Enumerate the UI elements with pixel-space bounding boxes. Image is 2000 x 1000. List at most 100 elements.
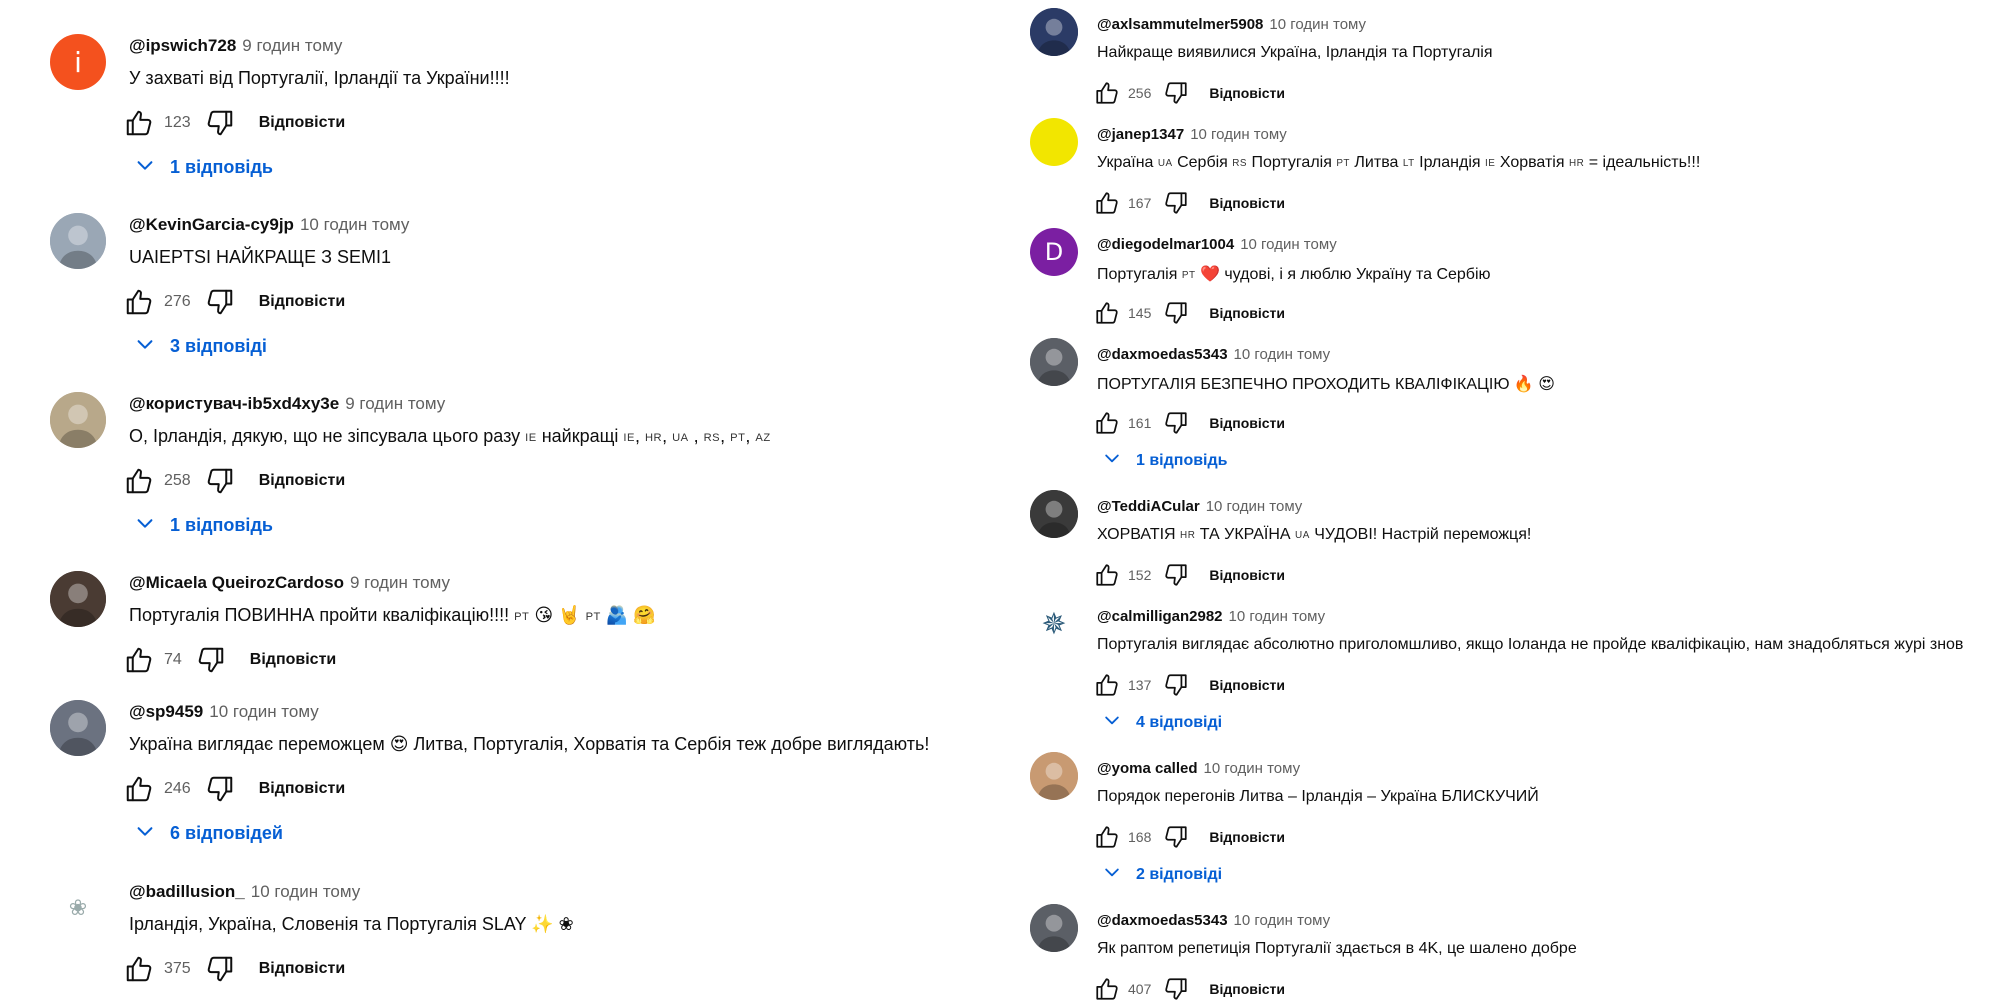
view-replies-button[interactable]: 1 відповідь (134, 512, 273, 539)
comment-timestamp[interactable]: 9 годин тому (350, 573, 450, 592)
reply-button[interactable]: Відповісти (1209, 829, 1285, 845)
dislike-icon[interactable] (1163, 410, 1189, 436)
avatar[interactable] (50, 571, 106, 627)
dislike-icon[interactable] (1163, 976, 1189, 1000)
comment-timestamp[interactable]: 10 годин тому (1234, 912, 1331, 929)
comment-timestamp[interactable]: 10 годин тому (1240, 236, 1337, 253)
view-replies-button[interactable]: 4 відповіді (1102, 710, 1222, 735)
reply-button[interactable]: Відповісти (259, 960, 345, 978)
comment-author[interactable]: @axlsammutelmer5908 (1097, 16, 1263, 33)
comment-text: О, Ірландія, дякую, що не зіпсувала цьог… (129, 426, 771, 446)
dislike-icon[interactable] (1163, 190, 1189, 216)
comment-author[interactable]: @KevinGarcia-cy9jp (129, 215, 294, 234)
dislike-icon[interactable] (205, 287, 235, 317)
comment-timestamp[interactable]: 10 годин тому (1206, 498, 1303, 515)
avatar[interactable] (1030, 490, 1078, 538)
avatar[interactable] (1030, 338, 1078, 386)
dislike-icon[interactable] (1163, 80, 1189, 106)
view-replies-button[interactable]: 1 відповідь (134, 154, 273, 181)
avatar[interactable]: D (1030, 228, 1078, 276)
view-replies-button[interactable]: 6 відповідей (134, 820, 283, 847)
comment-timestamp[interactable]: 10 годин тому (1190, 126, 1287, 143)
comment-author[interactable]: @calmilligan2982 (1097, 608, 1223, 625)
avatar[interactable] (1030, 118, 1078, 166)
dislike-icon[interactable] (205, 466, 235, 496)
dislike-icon[interactable] (1163, 562, 1189, 588)
reply-button[interactable]: Відповісти (1209, 305, 1285, 321)
reply-button[interactable]: Відповісти (259, 114, 345, 132)
view-replies-button[interactable]: 3 відповіді (134, 333, 267, 360)
reply-button[interactable]: Відповісти (259, 472, 345, 490)
like-count: 276 (164, 293, 191, 310)
person-silhouette-icon (50, 213, 106, 269)
reply-button[interactable]: Відповісти (1209, 85, 1285, 101)
comment-timestamp[interactable]: 10 годин тому (1204, 760, 1301, 777)
comment-author[interactable]: @daxmoedas5343 (1097, 346, 1228, 363)
like-icon[interactable] (1094, 410, 1120, 436)
comment-author[interactable]: @janep1347 (1097, 126, 1184, 143)
avatar[interactable] (50, 213, 106, 269)
comment-timestamp[interactable]: 9 годин тому (242, 36, 342, 55)
reply-button[interactable]: Відповісти (259, 780, 345, 798)
dislike-icon[interactable] (1163, 672, 1189, 698)
like-icon[interactable] (1094, 80, 1120, 106)
comment-header: @Micaela QueirozCardoso 9 годин тому (129, 573, 450, 593)
replies-count-label: 3 відповіді (170, 336, 267, 356)
comment-author[interactable]: @yoma called (1097, 760, 1198, 777)
like-icon[interactable] (1094, 976, 1120, 1000)
reply-button[interactable]: Відповісти (259, 293, 345, 311)
dislike-icon[interactable] (196, 645, 226, 675)
comment-author[interactable]: @daxmoedas5343 (1097, 912, 1228, 929)
view-replies-button[interactable]: 1 відповідь (1102, 448, 1228, 473)
avatar[interactable] (1030, 8, 1078, 56)
avatar[interactable] (1030, 904, 1078, 952)
comment-header: @daxmoedas5343 10 годин тому (1097, 912, 1330, 929)
like-icon[interactable] (124, 287, 154, 317)
comment-timestamp[interactable]: 10 годин тому (251, 882, 361, 901)
reply-button[interactable]: Відповісти (1209, 981, 1285, 997)
reply-button[interactable]: Відповісти (1209, 415, 1285, 431)
reply-button[interactable]: Відповісти (250, 651, 336, 669)
comment-timestamp[interactable]: 10 годин тому (1229, 608, 1326, 625)
avatar[interactable]: і (50, 34, 106, 90)
like-icon[interactable] (124, 774, 154, 804)
dislike-icon[interactable] (1163, 824, 1189, 850)
comment-author[interactable]: @sp9459 (129, 702, 203, 721)
comment-author[interactable]: @badillusion_ (129, 882, 245, 901)
comment-timestamp[interactable]: 9 годин тому (345, 394, 445, 413)
like-icon[interactable] (1094, 190, 1120, 216)
dislike-icon[interactable] (205, 108, 235, 138)
avatar[interactable]: ✵ (1030, 600, 1078, 648)
comment-author[interactable]: @TeddiACular (1097, 498, 1200, 515)
avatar[interactable] (50, 700, 106, 756)
comment-author[interactable]: @Micaela QueirozCardoso (129, 573, 344, 592)
comment-timestamp[interactable]: 10 годин тому (1234, 346, 1331, 363)
comment-author[interactable]: @diegodelmar1004 (1097, 236, 1234, 253)
comment-author[interactable]: @ipswich728 (129, 36, 236, 55)
like-icon[interactable] (124, 645, 154, 675)
like-icon[interactable] (1094, 562, 1120, 588)
like-icon[interactable] (1094, 824, 1120, 850)
view-replies-button[interactable]: 2 відповіді (1102, 862, 1222, 887)
like-icon[interactable] (1094, 300, 1120, 326)
flower-icon: ❀ (68, 895, 88, 921)
comment-timestamp[interactable]: 10 годин тому (209, 702, 319, 721)
like-count: 161 (1128, 415, 1152, 431)
dislike-icon[interactable] (205, 954, 235, 984)
avatar[interactable] (1030, 752, 1078, 800)
like-icon[interactable] (124, 466, 154, 496)
reply-button[interactable]: Відповісти (1209, 567, 1285, 583)
comment-timestamp[interactable]: 10 годин тому (300, 215, 410, 234)
avatar[interactable]: ❀ (50, 880, 106, 936)
comment-author[interactable]: @користувач-ib5xd4xy3e (129, 394, 339, 413)
dislike-icon[interactable] (205, 774, 235, 804)
comment-timestamp[interactable]: 10 годин тому (1269, 16, 1366, 33)
avatar[interactable] (50, 392, 106, 448)
reply-button[interactable]: Відповісти (1209, 677, 1285, 693)
comment-header: @sp9459 10 годин тому (129, 702, 319, 722)
like-icon[interactable] (1094, 672, 1120, 698)
like-icon[interactable] (124, 108, 154, 138)
reply-button[interactable]: Відповісти (1209, 195, 1285, 211)
dislike-icon[interactable] (1163, 300, 1189, 326)
like-icon[interactable] (124, 954, 154, 984)
